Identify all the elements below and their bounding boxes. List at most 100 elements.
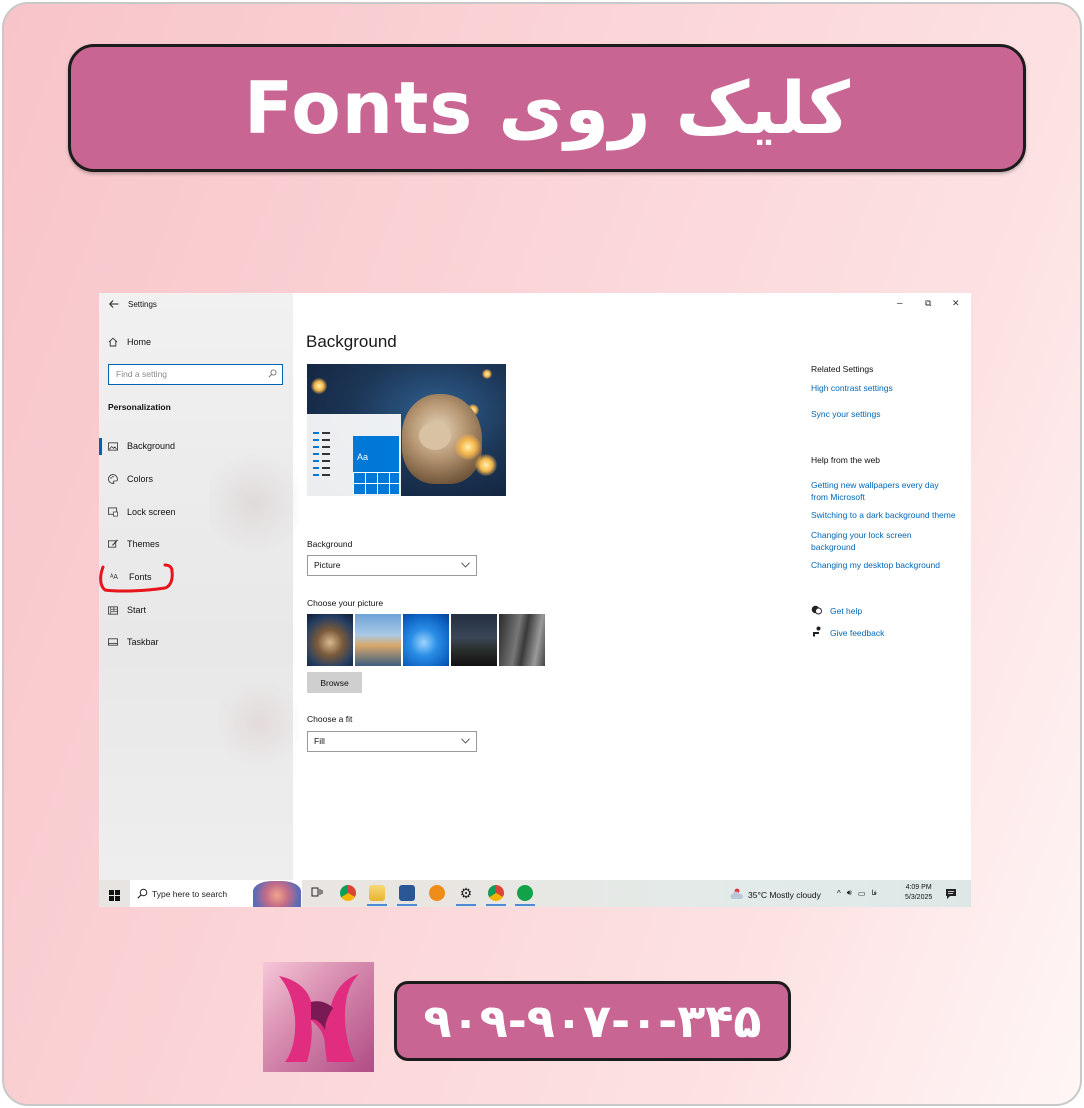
help-heading: Help from the web bbox=[811, 455, 880, 465]
sidebar-item-label: Colors bbox=[127, 474, 154, 484]
system-tray: ^ 🔊︎ ▭ ﻓﺎ bbox=[837, 888, 877, 898]
taskbar-clock[interactable]: 4:09 PM 5/3/2025 bbox=[905, 883, 932, 903]
fit-value: Fill bbox=[314, 736, 325, 746]
sidebar-item-start[interactable]: Start bbox=[108, 605, 146, 615]
word-icon[interactable] bbox=[397, 885, 417, 906]
sidebar-item-label: Start bbox=[127, 605, 147, 615]
notification-icon[interactable] bbox=[945, 887, 957, 905]
link-sync-settings[interactable]: Sync your settings bbox=[811, 408, 961, 420]
mini-tiles: Aa bbox=[353, 436, 399, 494]
settings-sidebar: Settings Home Find a setting Personaliza… bbox=[99, 293, 299, 880]
weather-text: 35°C Mostly cloudy bbox=[748, 890, 821, 900]
get-help-row[interactable]: Get help bbox=[811, 605, 862, 617]
windows-start-icon[interactable] bbox=[109, 888, 120, 906]
link-dark-theme[interactable]: Switching to a dark background theme bbox=[811, 509, 961, 521]
fit-dropdown[interactable]: Fill bbox=[307, 731, 477, 752]
chevron-down-icon bbox=[461, 736, 470, 746]
weather-cloud-icon bbox=[730, 888, 744, 902]
link-new-wallpapers[interactable]: Getting new wallpapers every day from Mi… bbox=[811, 479, 951, 503]
volume-icon[interactable]: 🔊︎ bbox=[847, 888, 852, 898]
active-indicator bbox=[99, 438, 102, 455]
sidebar-item-themes[interactable]: Themes bbox=[108, 539, 160, 549]
brand-logo bbox=[263, 962, 374, 1072]
sidebar-item-colors[interactable]: Colors bbox=[108, 474, 153, 484]
background-dropdown[interactable]: Picture bbox=[307, 555, 477, 576]
sidebar-item-background[interactable]: Background bbox=[108, 441, 175, 451]
sidebar-blur bbox=[209, 443, 299, 563]
sidebar-item-taskbar[interactable]: Taskbar bbox=[108, 637, 159, 647]
sidebar-item-label: Lock screen bbox=[127, 507, 176, 517]
settings-window: Settings Home Find a setting Personaliza… bbox=[99, 293, 971, 907]
sidebar-item-label: Taskbar bbox=[127, 637, 159, 647]
link-lock-screen-background[interactable]: Changing your lock screen background bbox=[811, 529, 931, 553]
page-title: Background bbox=[306, 332, 397, 351]
thumbnail-hedgehog[interactable] bbox=[307, 614, 353, 666]
link-desktop-background[interactable]: Changing my desktop background bbox=[811, 559, 961, 571]
mini-tile-grid bbox=[353, 472, 399, 494]
browse-button[interactable]: Browse bbox=[307, 672, 362, 693]
get-help-label: Get help bbox=[830, 606, 863, 616]
preview-tile-text: Aa bbox=[357, 452, 369, 462]
taskbar-icon bbox=[108, 637, 118, 647]
lock-screen-icon bbox=[108, 507, 118, 517]
feedback-icon bbox=[811, 626, 822, 639]
search-highlight-art bbox=[253, 881, 301, 907]
start-icon bbox=[108, 605, 118, 615]
settings-gear-icon[interactable]: ⚙ bbox=[456, 885, 476, 906]
thumbnail-rocks[interactable] bbox=[499, 614, 545, 666]
link-high-contrast[interactable]: High contrast settings bbox=[811, 382, 961, 394]
choose-fit-label: Choose a fit bbox=[307, 714, 353, 724]
taskbar-search-placeholder: Type here to search bbox=[152, 888, 228, 899]
preview-mushroom-light bbox=[455, 434, 481, 460]
file-explorer-icon[interactable] bbox=[367, 885, 387, 906]
sidebar-item-label: Themes bbox=[127, 539, 160, 549]
app-title: Settings bbox=[128, 299, 157, 309]
close-button[interactable]: ✕ bbox=[952, 298, 960, 309]
give-feedback-row[interactable]: Give feedback bbox=[811, 626, 884, 639]
mini-app-list bbox=[313, 432, 330, 481]
help-chat-icon bbox=[811, 605, 822, 617]
task-view-icon[interactable] bbox=[310, 885, 326, 901]
title-text: کلیک روی Fonts bbox=[244, 66, 850, 150]
sidebar-item-home[interactable]: Home bbox=[108, 337, 151, 347]
browser-icon[interactable] bbox=[429, 885, 445, 901]
highlight-circle bbox=[99, 563, 174, 593]
title-banner: کلیک روی Fonts bbox=[68, 44, 1026, 172]
preview-mushroom-light bbox=[475, 454, 497, 476]
phone-banner: ۹۰۹-۹۰۷-۰-۳۴۵ bbox=[394, 981, 791, 1061]
thumbnail-coast[interactable] bbox=[355, 614, 401, 666]
logo-h-shape bbox=[279, 974, 359, 1062]
picture-icon bbox=[108, 441, 118, 451]
search-icon bbox=[268, 369, 277, 380]
preview-light bbox=[482, 369, 492, 379]
language-indicator[interactable]: ﻓﺎ bbox=[871, 889, 876, 897]
find-setting-input[interactable]: Find a setting bbox=[108, 364, 283, 385]
sidebar-blur bbox=[219, 673, 299, 773]
related-settings-heading: Related Settings bbox=[811, 364, 874, 374]
search-placeholder: Find a setting bbox=[116, 369, 168, 379]
chevron-down-icon bbox=[461, 560, 470, 570]
chevron-up-icon[interactable]: ^ bbox=[837, 889, 841, 898]
chrome-icon[interactable] bbox=[340, 885, 356, 901]
background-value: Picture bbox=[314, 560, 341, 570]
minimize-button[interactable]: – bbox=[897, 298, 903, 309]
phone-number: ۹۰۹-۹۰۷-۰-۳۴۵ bbox=[423, 994, 762, 1048]
green-app-icon[interactable] bbox=[515, 885, 535, 906]
home-icon bbox=[108, 337, 118, 347]
restore-button[interactable]: ⧉ bbox=[925, 298, 931, 309]
thumbnail-night-sky[interactable] bbox=[451, 614, 497, 666]
give-feedback-label: Give feedback bbox=[830, 627, 885, 638]
home-label: Home bbox=[127, 337, 152, 347]
back-arrow-icon[interactable] bbox=[109, 299, 119, 309]
picture-thumbnails bbox=[307, 614, 545, 666]
clock-time: 4:09 PM bbox=[905, 884, 932, 891]
thumbnail-windows[interactable] bbox=[403, 614, 449, 666]
background-label: Background bbox=[307, 539, 353, 549]
chrome-profile-icon[interactable] bbox=[486, 885, 506, 906]
search-icon bbox=[137, 888, 148, 901]
network-icon[interactable]: ▭ bbox=[858, 889, 866, 898]
choose-picture-label: Choose your picture bbox=[307, 598, 384, 608]
sidebar-item-lock-screen[interactable]: Lock screen bbox=[108, 507, 176, 517]
title-row: Settings bbox=[109, 299, 157, 309]
weather-widget[interactable]: 35°C Mostly cloudy bbox=[730, 888, 821, 902]
